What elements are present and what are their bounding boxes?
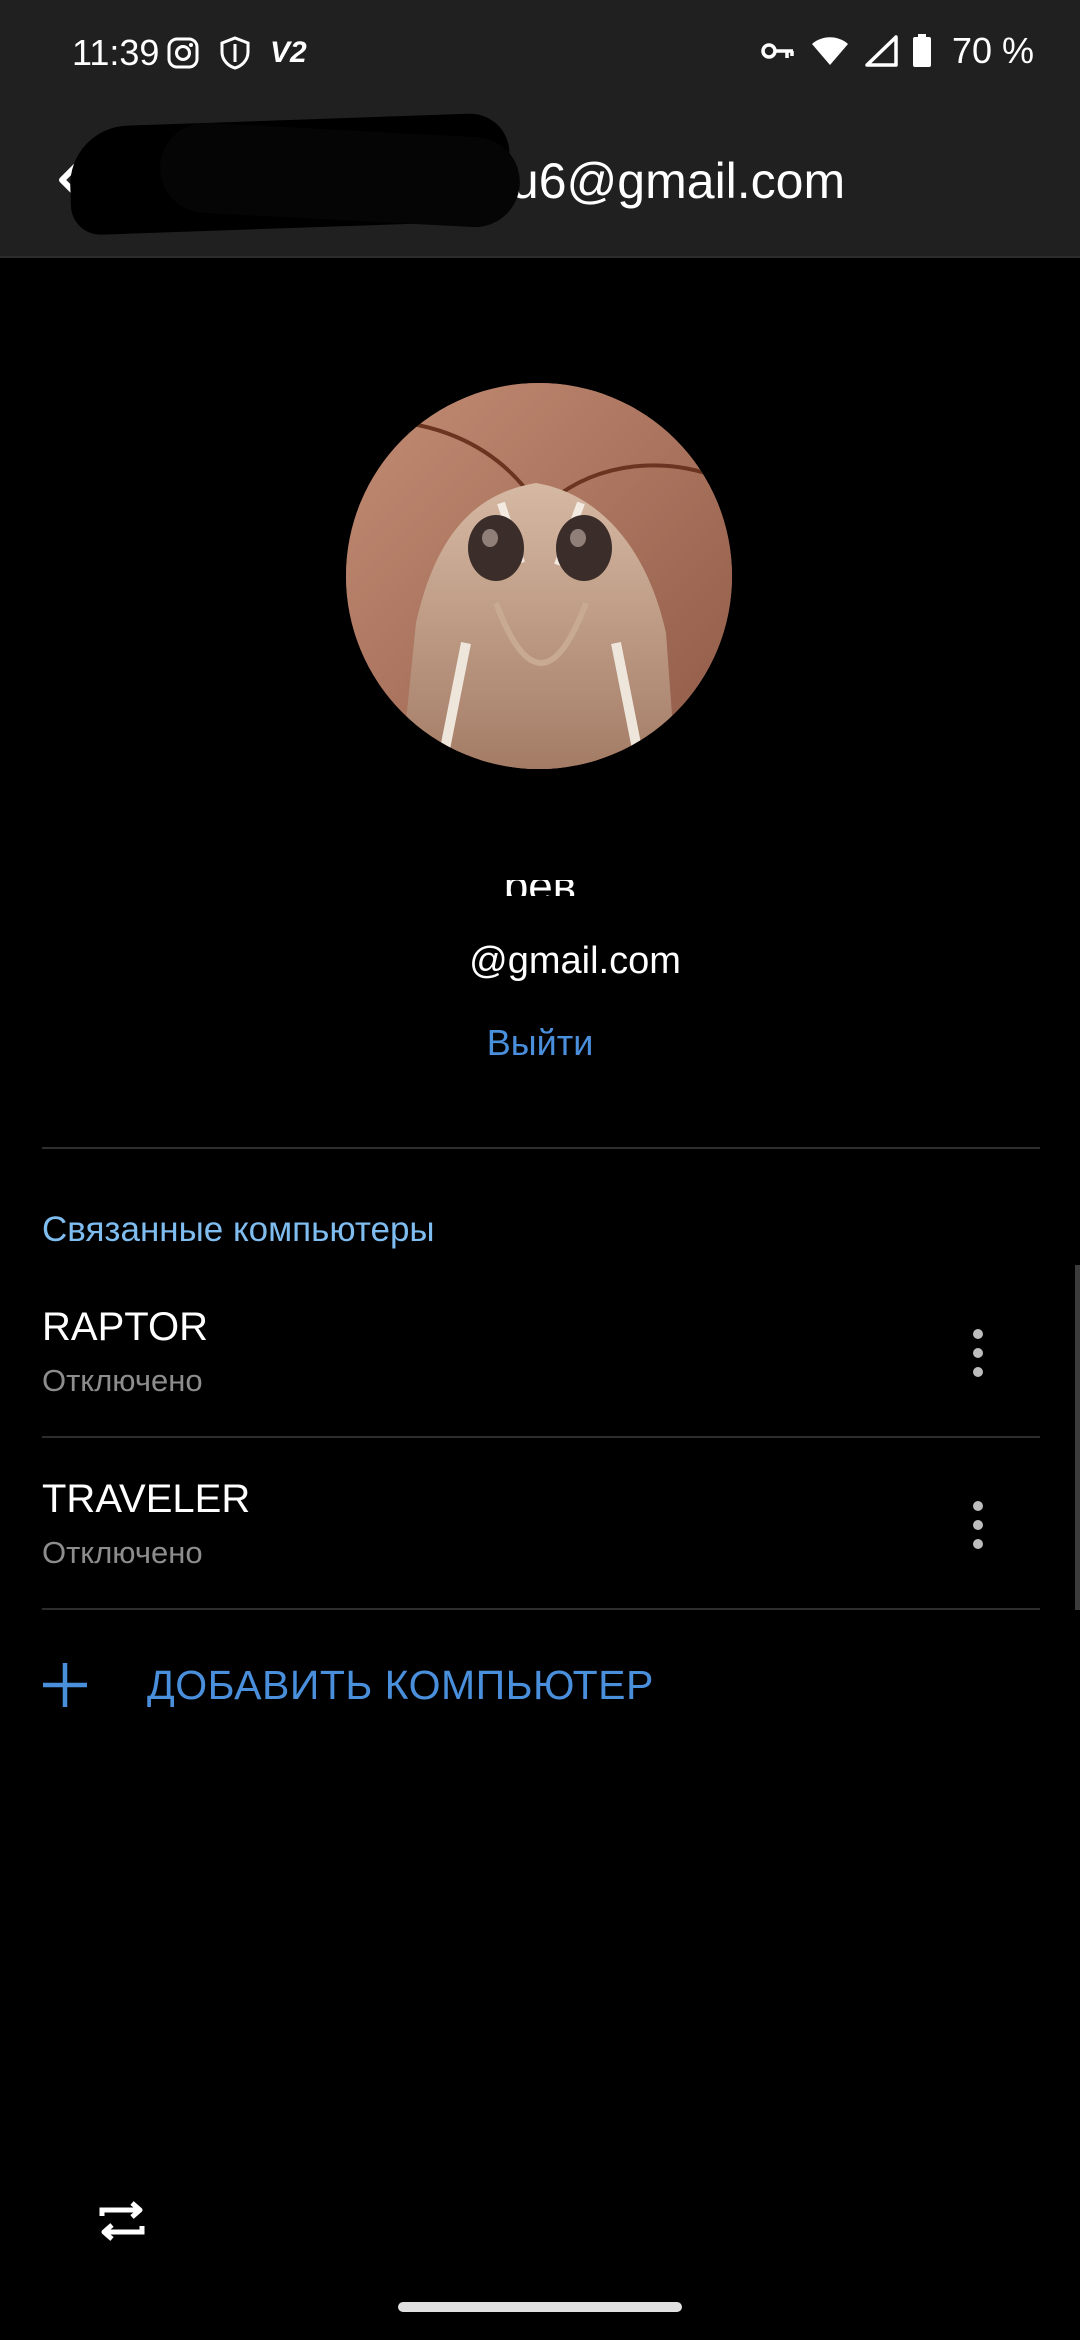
computer-status: Отключено [42, 1363, 203, 1398]
redaction-scribble [157, 120, 523, 230]
vpn-key-icon [761, 43, 794, 59]
computer-name: RAPTOR [42, 1305, 208, 1349]
scrollbar[interactable] [1075, 1265, 1080, 1610]
linked-computers-title: Связанные компьютеры [42, 1210, 435, 1249]
battery-icon [912, 34, 931, 67]
add-computer-button[interactable]: ДОБАВИТЬ КОМПЬЮТЕР [0, 1640, 1080, 1730]
profile-email-visible: @gmail.com [469, 940, 681, 982]
more-vert-icon[interactable] [958, 1323, 998, 1383]
signal-icon [865, 35, 898, 67]
rotate-screen-icon[interactable] [92, 2196, 152, 2246]
battery-percentage: 70 % [951, 30, 1034, 71]
v2-icon: V2 [270, 36, 307, 69]
divider [42, 1436, 1040, 1438]
name-clip [0, 862, 1080, 880]
app-bar: зu6@gmail.com [0, 108, 1080, 258]
status-bar: 11:39 V2 70 % [0, 0, 1080, 108]
instagram-icon [167, 37, 199, 69]
wifi-icon [811, 37, 848, 65]
status-time: 11:39 [72, 32, 160, 73]
computer-row-raptor[interactable]: RAPTOR Отключено [0, 1283, 1080, 1453]
account-email-visible: зu6@gmail.com [488, 153, 846, 209]
plus-icon [43, 1663, 87, 1707]
profile-avatar [346, 383, 732, 769]
computer-status: Отключено [42, 1535, 203, 1570]
computer-row-traveler[interactable]: TRAVELER Отключено [0, 1455, 1080, 1625]
shield-icon [220, 36, 250, 70]
status-left-icons: V2 [166, 35, 307, 71]
divider [42, 1147, 1040, 1149]
status-right-icons: 70 % [760, 30, 1034, 72]
divider [42, 1608, 1040, 1610]
more-vert-icon[interactable] [958, 1495, 998, 1555]
home-indicator[interactable] [398, 2302, 682, 2312]
profile-email: @gmail.com [0, 940, 1080, 983]
add-computer-label: ДОБАВИТЬ КОМПЬЮТЕР [147, 1662, 654, 1708]
sign-out-button[interactable]: Выйти [0, 1022, 1080, 1064]
computer-name: TRAVELER [42, 1477, 251, 1521]
moth-photo [346, 383, 732, 769]
